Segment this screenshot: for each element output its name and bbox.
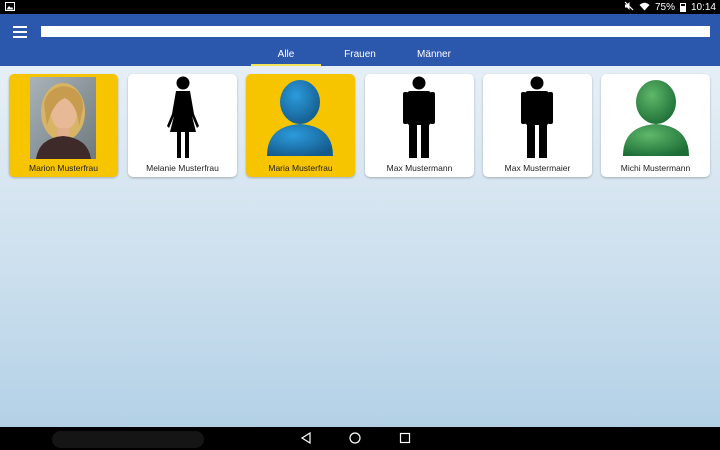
contact-card[interactable]: Max Mustermann [365,74,474,177]
blue-person-silhouette-icon [246,74,355,162]
battery-percent: 75% [654,1,675,13]
contact-card[interactable]: Max Mustermaier [483,74,592,177]
contact-name: Marion Musterfrau [29,163,98,173]
contact-name: Max Mustermann [386,163,453,173]
contact-card[interactable]: Marion Musterfrau [9,74,118,177]
back-icon[interactable] [300,431,312,449]
app-bar: Alle Frauen Männer [0,14,720,66]
contact-name: Michi Mustermann [620,163,691,173]
tab-maenner[interactable]: Männer [404,49,464,66]
redacted-area [52,431,204,448]
wifi-icon [639,2,650,14]
male-figure-icon [483,74,592,162]
clock: 10:14 [690,1,716,13]
recents-icon[interactable] [399,431,411,449]
contact-card[interactable]: Maria Musterfrau [246,74,355,177]
contact-card[interactable]: Melanie Musterfrau [128,74,237,177]
tab-frauen[interactable]: Frauen [330,49,390,66]
tab-alle[interactable]: Alle [251,49,321,66]
status-bar: 75% 10:14 [0,0,720,14]
battery-icon [679,3,686,12]
green-person-silhouette-icon [601,74,710,162]
search-input[interactable] [41,26,710,37]
system-nav-bar [0,427,720,450]
male-figure-icon [365,74,474,162]
contact-name: Max Mustermaier [504,163,571,173]
contact-card[interactable]: Michi Mustermann [601,74,710,177]
home-icon[interactable] [349,431,361,449]
contact-name: Melanie Musterfrau [146,163,219,173]
hamburger-icon[interactable] [13,26,27,38]
female-figure-icon [128,74,237,162]
mute-icon [624,1,634,14]
contact-grid: Marion Musterfrau Melanie Musterfrau Mar… [0,66,720,427]
avatar [9,74,118,162]
tab-bar: Alle Frauen Männer [0,47,720,66]
gallery-icon [5,2,15,14]
contact-name: Maria Musterfrau [268,163,333,173]
